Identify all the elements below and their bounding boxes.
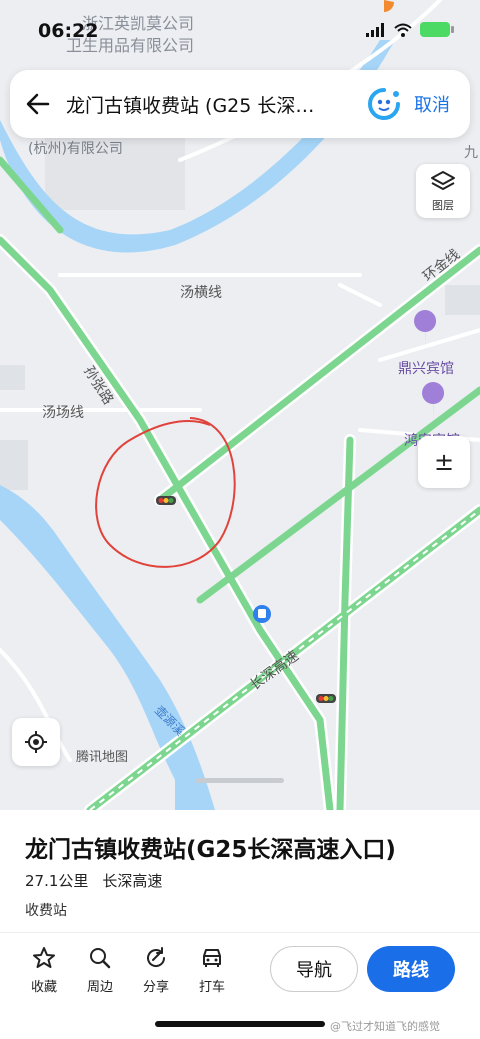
place-name: 龙门古镇收费站(G25长深高速入口) xyxy=(25,837,396,863)
share-icon xyxy=(147,947,166,967)
locate-button[interactable] xyxy=(12,718,60,766)
map-label-faded: (杭州)有限公司 xyxy=(28,141,123,157)
battery-icon xyxy=(420,22,454,37)
share-button[interactable]: 分享 xyxy=(134,944,178,995)
share-label: 分享 xyxy=(142,980,169,995)
navigate-button[interactable]: 导航 xyxy=(270,946,358,992)
signal-icon xyxy=(366,22,384,37)
taxi-button[interactable]: 打车 xyxy=(190,944,234,995)
layers-label: 图层 xyxy=(432,199,454,212)
layers-icon xyxy=(431,171,455,190)
route-button[interactable]: 路线 xyxy=(367,946,455,992)
home-indicator[interactable] xyxy=(155,1021,325,1027)
search-bar[interactable]: 龙门古镇收费站 (G25 长深… 取消 xyxy=(10,70,470,138)
layers-button[interactable]: 图层 xyxy=(416,164,470,218)
map-label-faded: 九 xyxy=(464,145,478,161)
zoom-button[interactable]: ± xyxy=(418,436,470,488)
sheet-handle[interactable] xyxy=(196,778,284,783)
place-distance: 27.1公里 xyxy=(25,872,89,890)
nearby-label: 周边 xyxy=(86,980,113,995)
place-category: 收费站 xyxy=(25,903,67,919)
cancel-button[interactable]: 取消 xyxy=(414,91,450,117)
road-label: 汤横线 xyxy=(180,285,222,301)
action-bar: 收藏 周边 分享 打车 xyxy=(22,944,234,995)
assistant-icon xyxy=(368,88,400,120)
taxi-icon xyxy=(203,949,221,967)
watermark: @飞过才知道飞的感觉 xyxy=(330,1020,440,1033)
divider xyxy=(0,932,480,933)
search-icon xyxy=(90,948,111,969)
status-icons xyxy=(366,22,454,37)
voice-assistant-button[interactable] xyxy=(364,84,404,124)
status-bar: 06:22 xyxy=(0,0,480,60)
traffic-light-icon xyxy=(156,496,176,505)
road-label: 汤场线 xyxy=(42,405,84,421)
wifi-icon xyxy=(394,23,412,37)
favorite-button[interactable]: 收藏 xyxy=(22,944,66,995)
poi-label[interactable]: 鼎兴宾馆 xyxy=(398,358,454,378)
back-arrow-icon xyxy=(26,93,50,115)
nearby-button[interactable]: 周边 xyxy=(78,944,122,995)
back-button[interactable] xyxy=(10,70,66,138)
favorite-label: 收藏 xyxy=(30,980,57,995)
search-query[interactable]: 龙门古镇收费站 (G25 长深… xyxy=(66,91,364,118)
status-time: 06:22 xyxy=(38,20,99,42)
map-logo: 腾讯地图 xyxy=(76,750,129,765)
locate-icon xyxy=(25,731,47,753)
place-road: 长深高速 xyxy=(102,872,163,890)
place-meta: 27.1公里 长深高速 xyxy=(25,870,162,891)
taxi-label: 打车 xyxy=(198,980,225,995)
star-icon xyxy=(33,947,55,968)
